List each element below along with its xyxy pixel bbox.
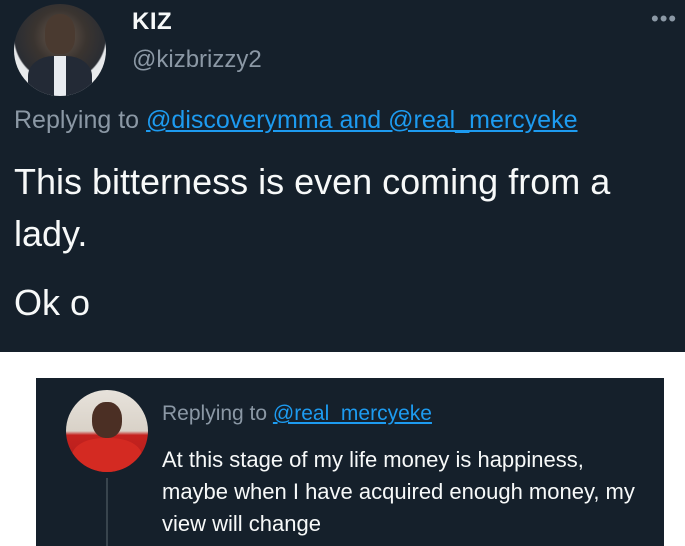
avatar[interactable] xyxy=(66,390,148,472)
tweet-card: KIZ @kizbrizzy2 ••• Replying to @discove… xyxy=(0,0,685,352)
tweet-text: This bitterness is even coming from a la… xyxy=(14,161,611,254)
display-name[interactable]: KIZ xyxy=(132,8,172,36)
replying-to-label: Replying to xyxy=(14,106,140,134)
avatar-shirt xyxy=(72,438,142,472)
avatar-head xyxy=(92,402,122,438)
more-dots-icon[interactable]: ••• xyxy=(651,6,677,32)
thread-line xyxy=(106,478,108,546)
tweet-text-line: Ok o xyxy=(14,282,91,323)
replying-to-label: Replying to xyxy=(162,402,268,425)
replying-to: Replying to @real_mercyeke xyxy=(162,402,432,426)
tweet-text: At this stage of my life money is happin… xyxy=(162,447,635,536)
reply-target-link[interactable]: @real_mercyeke xyxy=(273,402,432,425)
reply-target-link[interactable]: @discoverymma and @real_mercyeke xyxy=(146,106,577,134)
reply-tweet-card: Replying to @real_mercyeke At this stage… xyxy=(36,378,664,546)
avatar-head xyxy=(45,14,75,54)
replying-to: Replying to @discoverymma and @real_merc… xyxy=(14,106,578,135)
avatar[interactable] xyxy=(14,4,106,96)
avatar-shirt xyxy=(54,56,66,96)
user-handle[interactable]: @kizbrizzy2 xyxy=(132,46,262,74)
